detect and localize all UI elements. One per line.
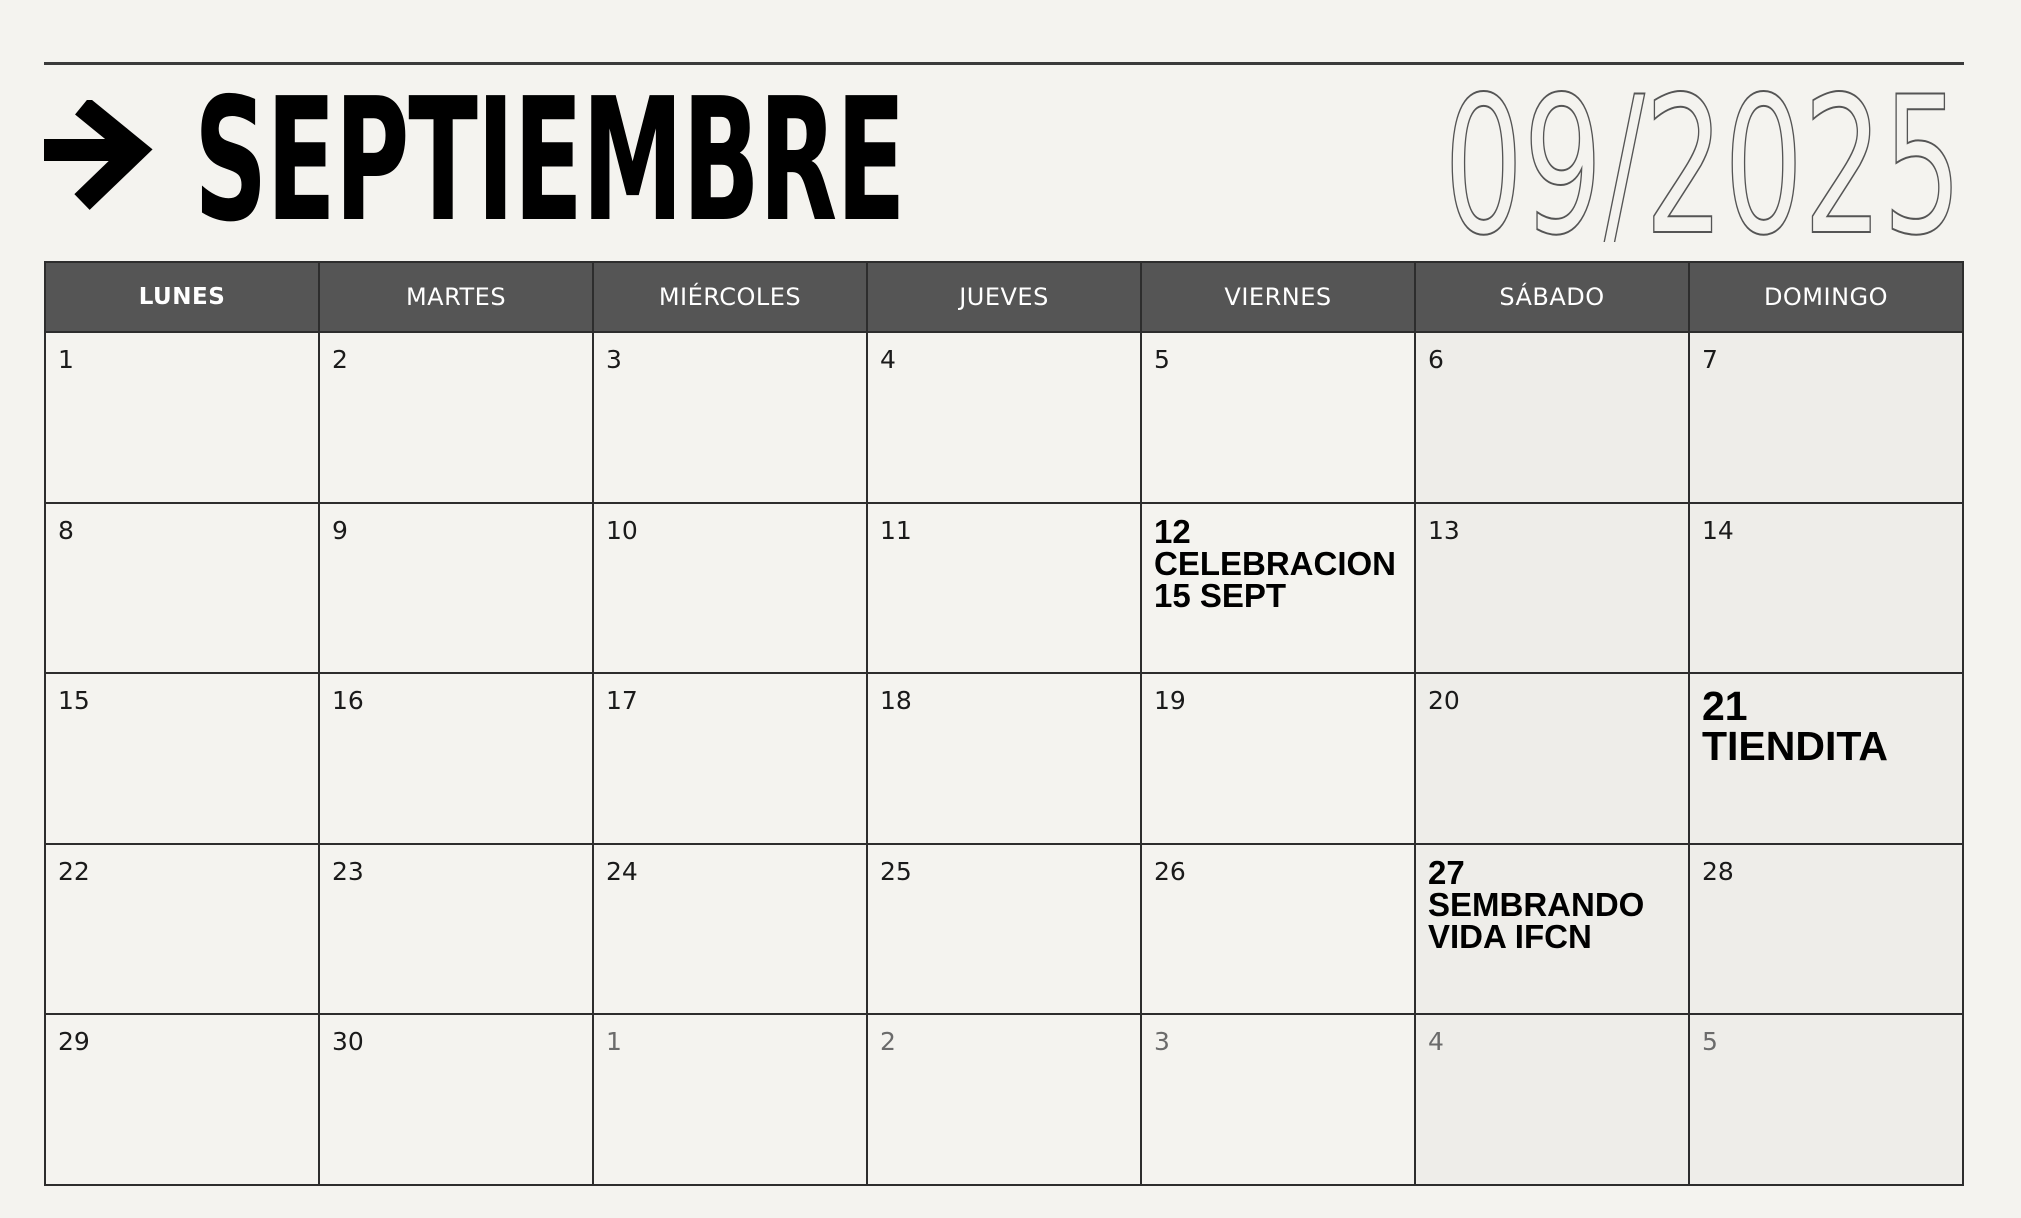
day-number: 11 (880, 515, 912, 545)
day-cell[interactable]: 16 (320, 674, 594, 845)
day-cell[interactable]: 8 (46, 503, 320, 675)
day-cell[interactable]: 3 (1142, 1015, 1416, 1186)
day-cell[interactable]: 7 (1690, 333, 1964, 504)
day-number: 20 (1428, 686, 1460, 716)
day-number: 24 (606, 856, 638, 886)
day-cell[interactable]: 28 (1690, 844, 1964, 1016)
day-cell[interactable]: 2 (320, 333, 594, 504)
day-cell-event[interactable]: 12 CELEBRACION 15 SEPT (1142, 503, 1416, 675)
day-cell[interactable]: 13 (1416, 503, 1690, 675)
day-cell[interactable]: 19 (1142, 674, 1416, 845)
day-number: 8 (58, 515, 74, 545)
event-label: 15 SEPT (1154, 576, 1287, 614)
day-cell[interactable]: 4 (1416, 1015, 1690, 1186)
day-number: 23 (332, 856, 364, 886)
day-cell[interactable]: 24 (594, 844, 868, 1016)
day-number: 2 (332, 345, 348, 374)
day-number: 18 (880, 686, 912, 716)
day-number: 27 (1428, 853, 1465, 891)
weekday-header: MIÉRCOLES (594, 263, 868, 333)
day-cell[interactable]: 25 (868, 844, 1142, 1016)
day-cell[interactable]: 1 (594, 1015, 868, 1186)
weekday-header: LUNES (46, 263, 320, 333)
day-number: 7 (1702, 345, 1718, 374)
day-number: 25 (880, 856, 912, 886)
event-label: CELEBRACION (1154, 544, 1397, 582)
day-number: 5 (1702, 1027, 1718, 1057)
day-cell[interactable]: 3 (594, 333, 868, 504)
day-number: 30 (332, 1027, 364, 1057)
day-cell[interactable]: 26 (1142, 844, 1416, 1016)
day-number: 21 (1702, 683, 1748, 730)
day-cell-event[interactable]: 27 SEMBRANDO VIDA IFCN (1416, 844, 1690, 1016)
day-number: 14 (1702, 515, 1734, 545)
day-number: 3 (1154, 1027, 1170, 1057)
day-number: 13 (1428, 515, 1460, 545)
event-label: VIDA IFCN (1428, 917, 1592, 955)
day-number: 12 (1154, 512, 1191, 550)
day-cell[interactable]: 20 (1416, 674, 1690, 845)
day-number: 29 (58, 1027, 90, 1057)
day-number: 15 (58, 686, 90, 716)
day-cell[interactable]: 29 (46, 1015, 320, 1186)
day-cell[interactable]: 5 (1690, 1015, 1964, 1186)
day-cell[interactable]: 30 (320, 1015, 594, 1186)
day-number: 4 (880, 345, 896, 374)
day-cell[interactable]: 22 (46, 844, 320, 1016)
day-cell[interactable]: 15 (46, 674, 320, 845)
day-number: 10 (606, 515, 638, 545)
day-cell[interactable]: 17 (594, 674, 868, 845)
day-cell[interactable]: 11 (868, 503, 1142, 675)
day-cell[interactable]: 4 (868, 333, 1142, 504)
year-label: 09/2025 (1444, 82, 1962, 242)
weekday-header: SÁBADO (1416, 263, 1690, 333)
day-cell[interactable]: 18 (868, 674, 1142, 845)
weekday-header: VIERNES (1142, 263, 1416, 333)
month-year-label: 09/2025 (1444, 82, 1963, 242)
day-number: 17 (606, 686, 638, 716)
day-cell[interactable]: 1 (46, 333, 320, 504)
weekday-header: JUEVES (868, 263, 1142, 333)
day-number: 16 (332, 686, 364, 716)
day-cell[interactable]: 9 (320, 503, 594, 675)
arrow-right-icon (44, 100, 153, 210)
month-title: SEPTIEMBRE (194, 62, 906, 260)
day-number: 22 (58, 856, 90, 886)
day-cell[interactable]: 6 (1416, 333, 1690, 504)
calendar-header: SEPTIEMBRE 09/2025 (44, 62, 1964, 260)
day-number: 9 (332, 515, 348, 545)
day-number: 1 (606, 1027, 622, 1057)
day-cell[interactable]: 10 (594, 503, 868, 675)
day-number: 26 (1154, 856, 1186, 886)
day-number: 19 (1154, 686, 1186, 716)
day-number: 4 (1428, 1027, 1444, 1057)
weekday-header: DOMINGO (1690, 263, 1964, 333)
day-cell[interactable]: 14 (1690, 503, 1964, 675)
event-label: TIENDITA (1702, 723, 1889, 770)
weekday-header: MARTES (320, 263, 594, 333)
event-label: SEMBRANDO (1428, 885, 1645, 923)
day-number: 5 (1154, 345, 1170, 374)
day-number: 6 (1428, 345, 1444, 374)
day-cell[interactable]: 2 (868, 1015, 1142, 1186)
day-number: 28 (1702, 856, 1734, 886)
day-number: 3 (606, 345, 622, 374)
day-cell-event[interactable]: 21 TIENDITA (1690, 674, 1964, 845)
day-number: 2 (880, 1027, 896, 1057)
day-cell[interactable]: 5 (1142, 333, 1416, 504)
day-cell[interactable]: 23 (320, 844, 594, 1016)
calendar-grid: LUNES MARTES MIÉRCOLES JUEVES VIERNES SÁBADO D… (44, 261, 1964, 1186)
day-number: 1 (58, 345, 74, 374)
